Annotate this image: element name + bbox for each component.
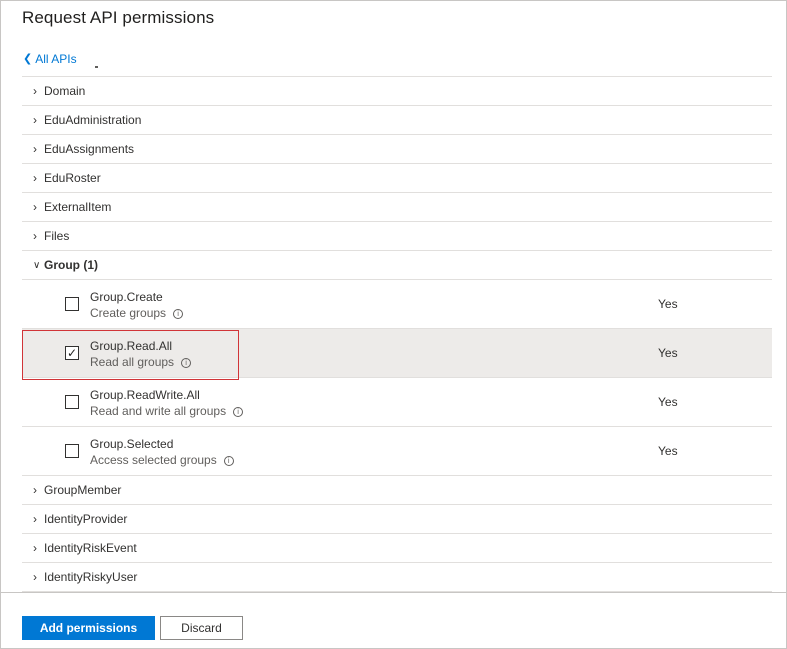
category-label: GroupMember <box>44 483 122 497</box>
permission-description: Read and write all groups <box>90 404 227 418</box>
info-icon[interactable]: i <box>233 407 244 417</box>
permission-row-group-read-all[interactable]: ✓ Group.Read.All Read all groups i Yes <box>22 329 772 378</box>
permission-text: Group.Read.All Read all groups i <box>90 338 192 370</box>
permission-name: Group.Selected <box>90 437 174 451</box>
permission-checkbox[interactable] <box>65 444 79 458</box>
category-row-eduroster[interactable]: › EduRoster <box>22 164 772 193</box>
admin-consent-value: Yes <box>658 444 678 458</box>
chevron-right-icon: › <box>33 200 37 214</box>
category-row-externalitem[interactable]: › ExternalItem <box>22 193 772 222</box>
permission-text: Group.Selected Access selected groups i <box>90 436 234 468</box>
category-label: Domain <box>44 84 86 98</box>
category-row-domain[interactable]: › Domain <box>22 77 772 106</box>
chevron-right-icon: › <box>33 541 37 555</box>
permission-description: Create groups <box>90 306 167 320</box>
info-icon[interactable]: i <box>173 309 184 319</box>
chevron-right-icon: › <box>33 171 37 185</box>
category-row-identityriskyuser[interactable]: › IdentityRiskyUser <box>22 563 772 592</box>
chevron-right-icon: › <box>33 483 37 497</box>
checkmark-icon: ✓ <box>66 346 78 360</box>
panel-title: Request API permissions <box>22 8 215 27</box>
admin-consent-value: Yes <box>658 297 678 311</box>
discard-button[interactable]: Discard <box>160 616 243 640</box>
info-icon[interactable]: i <box>223 456 234 466</box>
chevron-down-icon: ∨ <box>33 259 41 271</box>
permission-name: Group.ReadWrite.All <box>90 388 200 402</box>
category-label: Files <box>44 229 70 243</box>
category-label: ExternalItem <box>44 200 112 214</box>
chevron-right-icon: › <box>33 142 37 156</box>
category-row-groupmember[interactable]: › GroupMember <box>22 476 772 505</box>
permissions-list: › Domain › EduAdministration › EduAssign… <box>22 76 772 592</box>
permission-checkbox-checked[interactable]: ✓ <box>65 346 79 360</box>
permission-text: Group.Create Create groups i <box>90 289 184 321</box>
scroll-indicator <box>95 66 98 68</box>
permission-description-line: Access selected groups i <box>90 452 234 468</box>
permission-name: Group.Read.All <box>90 339 173 353</box>
info-icon[interactable]: i <box>181 358 192 368</box>
permission-description: Read all groups <box>90 355 175 369</box>
footer-divider <box>1 592 786 593</box>
category-label: IdentityRiskyUser <box>44 570 138 584</box>
permission-text: Group.ReadWrite.All Read and write all g… <box>90 387 244 419</box>
category-row-group[interactable]: ∨ Group (1) <box>22 251 772 280</box>
chevron-right-icon: › <box>33 113 37 127</box>
permission-checkbox[interactable] <box>65 297 79 311</box>
admin-consent-value: Yes <box>658 346 678 360</box>
category-label: IdentityRiskEvent <box>44 541 137 555</box>
chevron-right-icon: › <box>33 512 37 526</box>
category-row-eduassignments[interactable]: › EduAssignments <box>22 135 772 164</box>
permission-row-group-selected[interactable]: Group.Selected Access selected groups i Y… <box>22 427 772 476</box>
chevron-right-icon: › <box>33 570 37 584</box>
category-row-eduadministration[interactable]: › EduAdministration <box>22 106 772 135</box>
category-label: Group (1) <box>44 258 98 272</box>
category-label: EduAdministration <box>44 113 142 127</box>
permission-row-group-create[interactable]: Group.Create Create groups i Yes <box>22 280 772 329</box>
admin-consent-value: Yes <box>658 395 678 409</box>
all-apis-label: All APIs <box>35 52 77 66</box>
category-row-files[interactable]: › Files <box>22 222 772 251</box>
chevron-right-icon: › <box>33 229 37 243</box>
permission-row-group-readwrite-all[interactable]: Group.ReadWrite.All Read and write all g… <box>22 378 772 427</box>
category-label: IdentityProvider <box>44 512 128 526</box>
category-label: EduRoster <box>44 171 101 185</box>
permission-description-line: Create groups i <box>90 305 184 321</box>
category-row-identityprovider[interactable]: › IdentityProvider <box>22 505 772 534</box>
category-row-identityriskevent[interactable]: › IdentityRiskEvent <box>22 534 772 563</box>
chevron-right-icon: › <box>33 84 37 98</box>
permission-name: Group.Create <box>90 290 163 304</box>
all-apis-link[interactable]: ❮ All APIs <box>23 52 77 66</box>
category-label: EduAssignments <box>44 142 135 156</box>
add-permissions-button[interactable]: Add permissions <box>22 616 155 640</box>
permission-checkbox[interactable] <box>65 395 79 409</box>
permission-description: Access selected groups <box>90 453 217 467</box>
permission-description-line: Read and write all groups i <box>90 403 244 419</box>
chevron-left-icon: ❮ <box>23 52 33 65</box>
permission-description-line: Read all groups i <box>90 354 192 370</box>
